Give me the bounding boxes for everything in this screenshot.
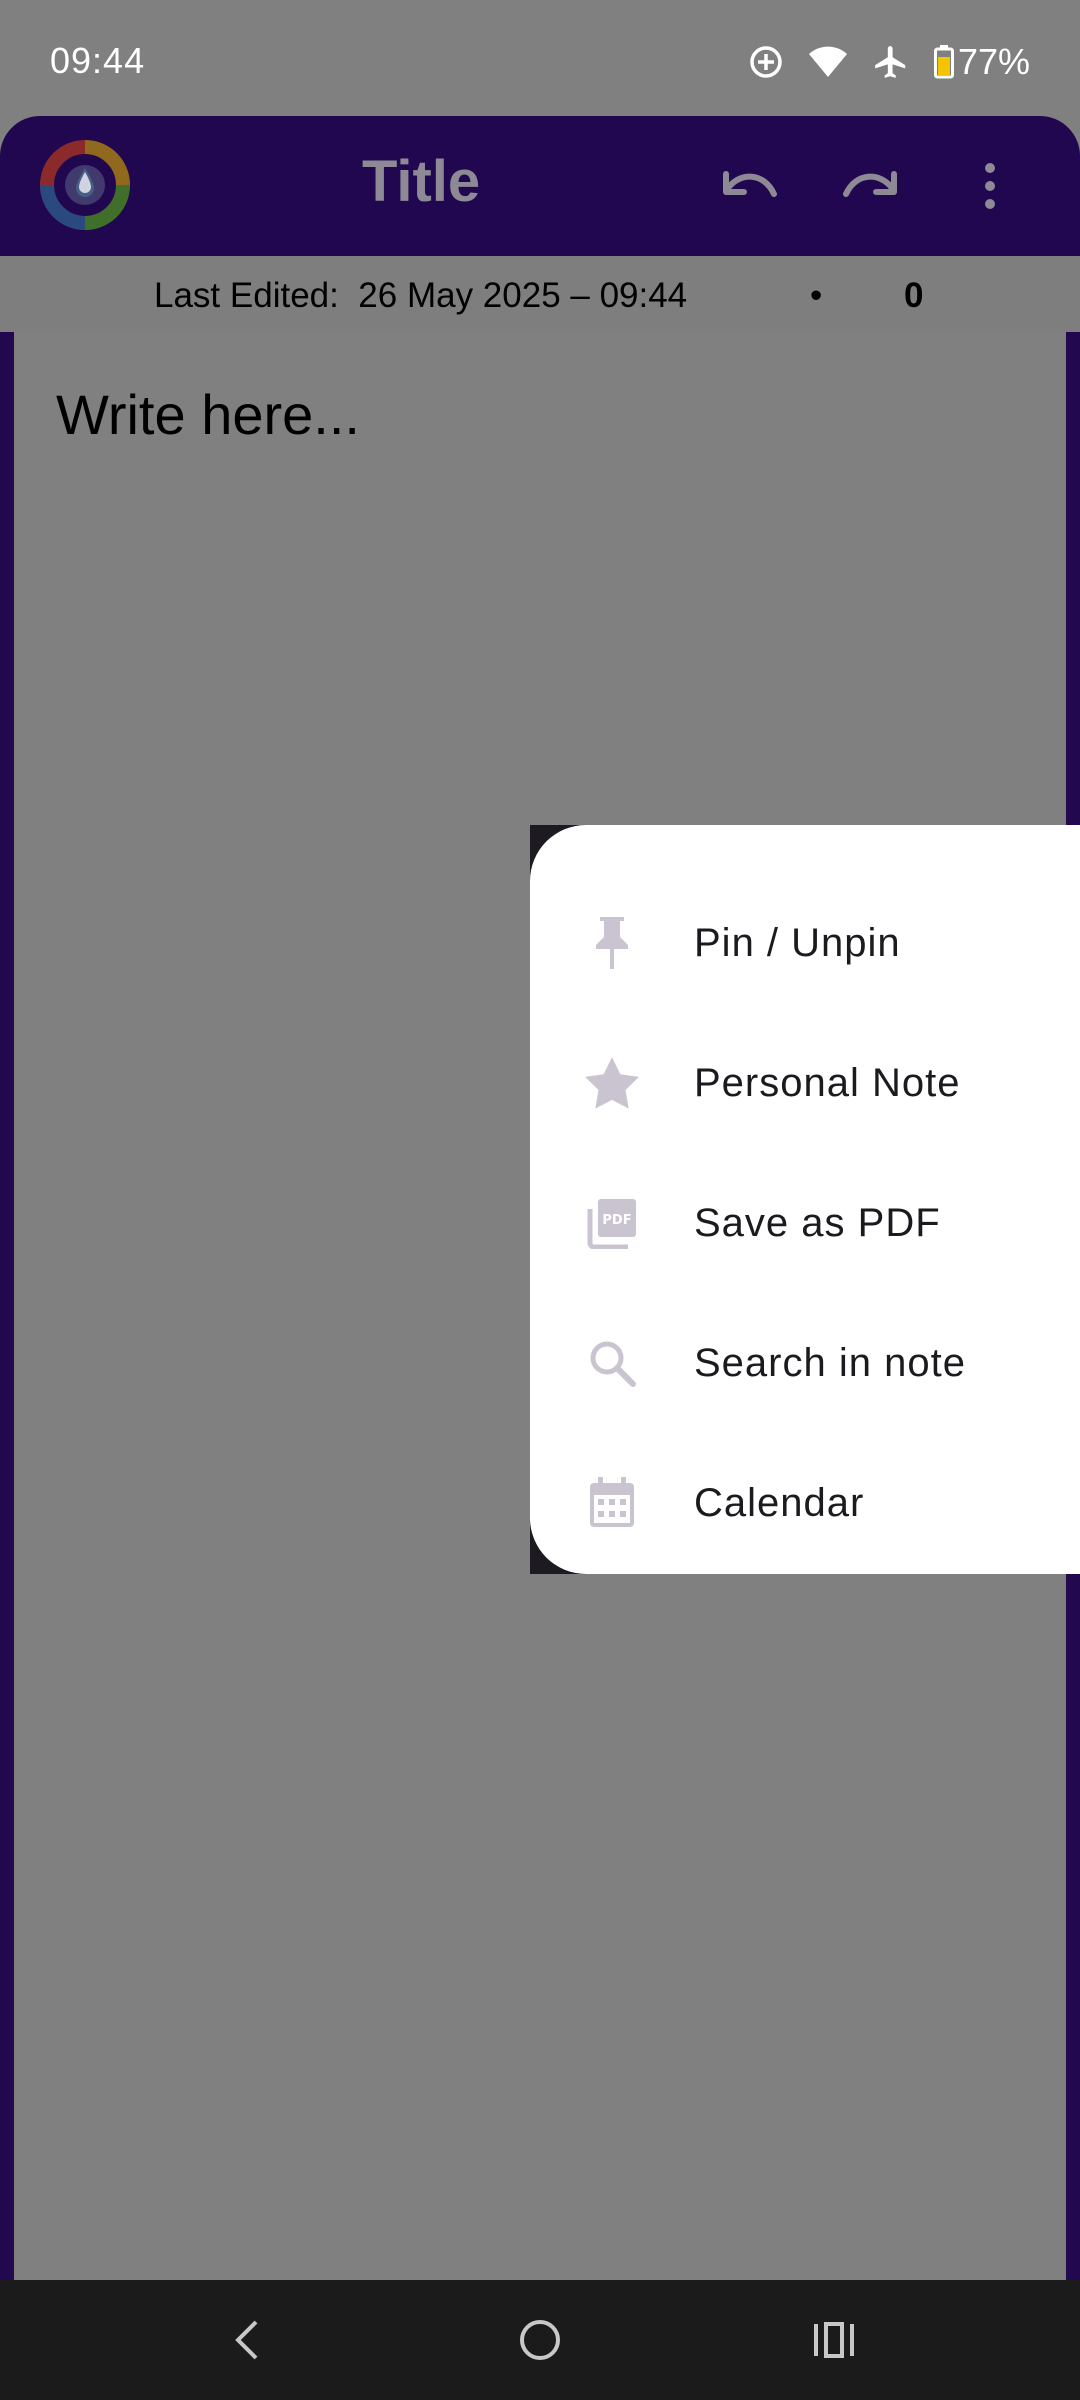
wifi-icon — [808, 45, 848, 79]
overflow-menu: Pin / Unpin Personal Note PDF Save as PD… — [530, 825, 1080, 1574]
app-bar: Title — [0, 116, 1080, 256]
back-icon — [235, 2320, 258, 2360]
character-count: 0 — [904, 276, 924, 315]
status-time: 09:44 — [50, 40, 146, 81]
svg-text:PDF: PDF — [602, 1213, 631, 1228]
recents-button[interactable] — [804, 2310, 864, 2370]
more-options-button[interactable] — [954, 150, 1026, 222]
menu-item-label: Search in note — [694, 1340, 966, 1385]
menu-item-pin[interactable]: Pin / Unpin — [530, 873, 1080, 1013]
edit-info-bar: Last Edited: 26 May 2025 – 09:44 • 0 — [0, 256, 1080, 332]
menu-item-save-pdf[interactable]: PDF Save as PDF — [530, 1153, 1080, 1293]
menu-item-personal-note[interactable]: Personal Note — [530, 1013, 1080, 1153]
note-title[interactable]: Title — [362, 148, 480, 215]
battery-icon — [933, 45, 954, 79]
undo-icon — [723, 171, 777, 197]
redo-icon — [843, 171, 897, 197]
navigation-bar — [0, 2280, 1080, 2400]
status-bar: 09:44 77% — [0, 0, 1080, 118]
redo-button[interactable] — [834, 150, 906, 222]
calendar-icon — [582, 1473, 642, 1533]
battery-percent: 77% — [957, 41, 1030, 82]
menu-item-label: Personal Note — [694, 1060, 961, 1105]
pdf-icon: PDF — [582, 1193, 642, 1253]
undo-button[interactable] — [714, 150, 786, 222]
battery-indicator: 77% — [933, 41, 1030, 83]
back-button[interactable] — [216, 2310, 276, 2370]
editor-placeholder[interactable]: Write here... — [56, 382, 360, 447]
search-icon — [582, 1333, 642, 1393]
menu-item-label: Save as PDF — [694, 1200, 941, 1245]
last-edited-text: Last Edited: 26 May 2025 – 09:44 — [154, 276, 688, 315]
home-icon — [520, 2320, 560, 2360]
menu-item-label: Calendar — [694, 1480, 865, 1525]
menu-item-calendar[interactable]: Calendar — [530, 1433, 1080, 1573]
status-icons: 77% — [748, 40, 1030, 84]
app-logo[interactable] — [38, 138, 132, 232]
more-vert-icon — [985, 163, 995, 209]
menu-item-search[interactable]: Search in note — [530, 1293, 1080, 1433]
add-circle-icon — [748, 44, 784, 80]
recents-icon — [814, 2322, 854, 2358]
pin-icon — [582, 913, 642, 973]
separator-dot: • — [810, 276, 823, 315]
star-icon — [582, 1053, 642, 1113]
home-button[interactable] — [510, 2310, 570, 2370]
airplane-icon — [872, 43, 910, 81]
menu-item-label: Pin / Unpin — [694, 920, 901, 965]
